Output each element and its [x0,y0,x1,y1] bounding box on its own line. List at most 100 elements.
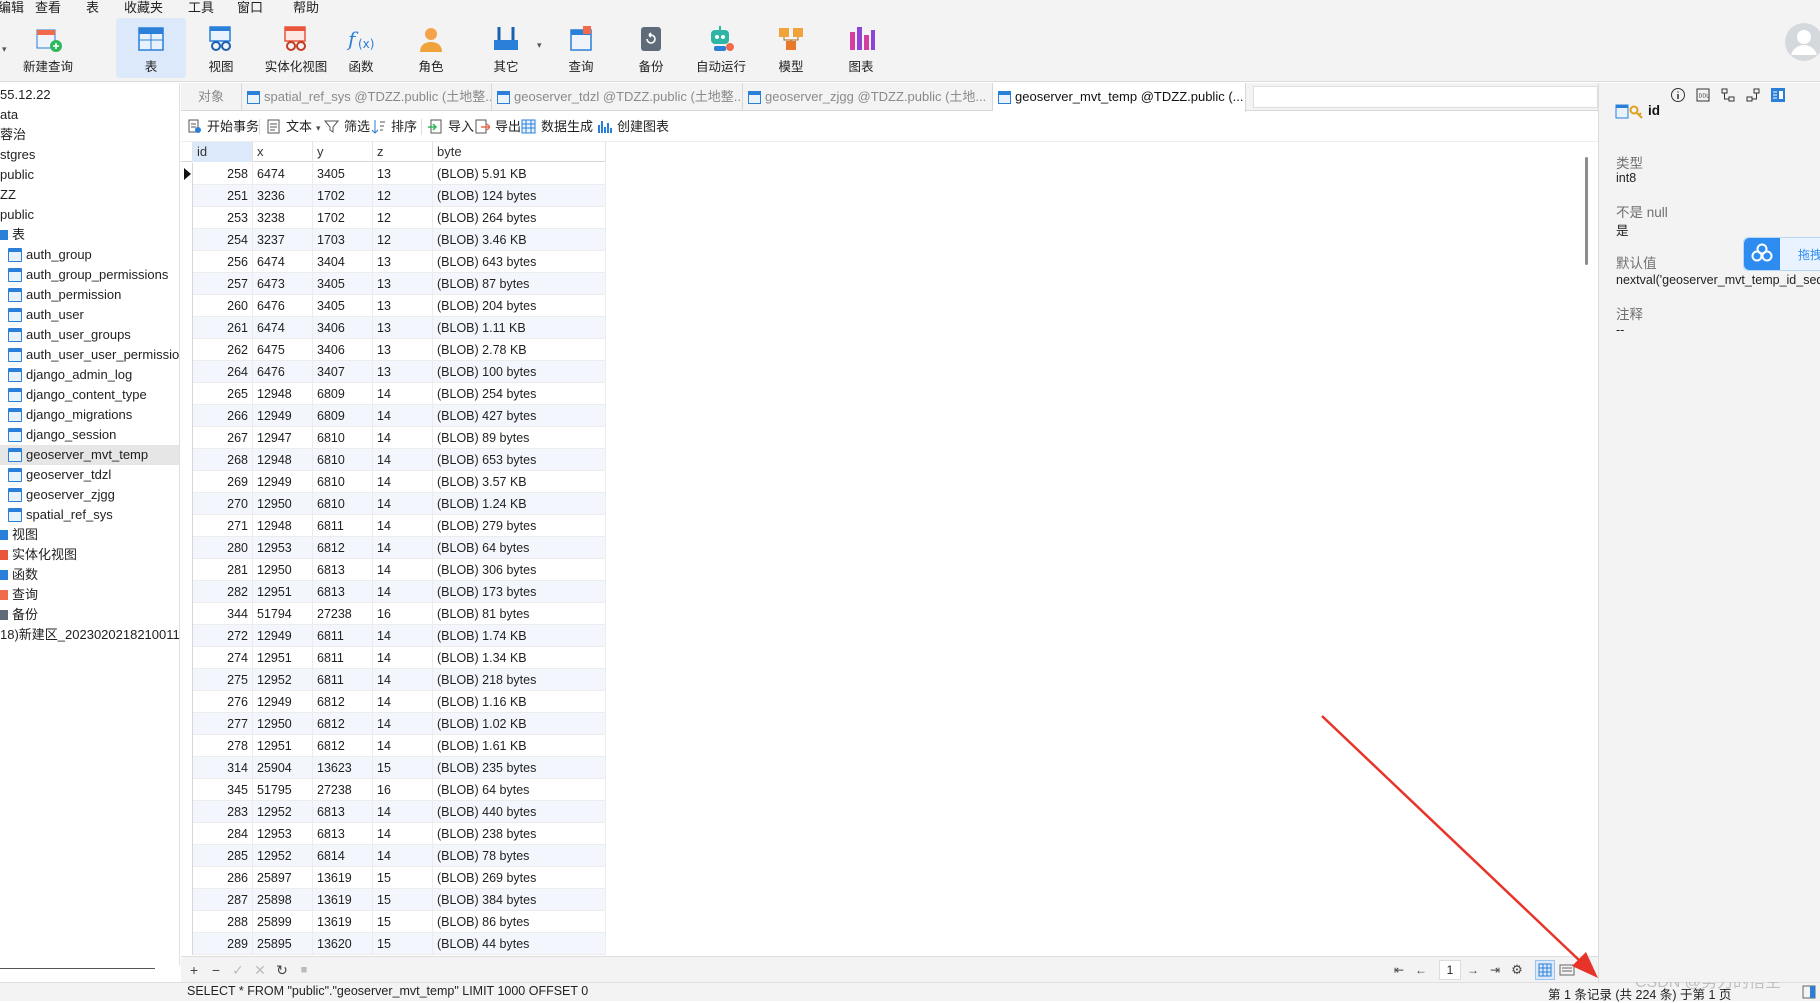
tree-item[interactable]: public [0,165,179,185]
cell-x[interactable]: 6474 [253,317,313,339]
dropdown-arrow-icon[interactable]: ▾ [2,44,7,55]
cell-x[interactable]: 12948 [253,449,313,471]
cell-z[interactable]: 15 [373,933,433,955]
begin-transaction-button[interactable]: 开始事务 [187,118,259,136]
tab-geoserver-tdzl[interactable]: geoserver_tdzl @TDZZ.public (土地整... [492,83,743,111]
cell-id[interactable]: 267 [193,427,253,449]
cell-id[interactable]: 271 [193,515,253,537]
filter-button[interactable]: 筛选 [324,118,370,136]
table-row[interactable]: 257 6473 3405 13 (BLOB) 87 bytes [181,273,606,295]
cell-y[interactable]: 6811 [313,625,373,647]
tree-item[interactable]: stgres [0,145,179,165]
table-row[interactable]: 345 51795 27238 16 (BLOB) 64 bytes [181,779,606,801]
tree-item[interactable]: 表 [0,225,179,245]
cell-z[interactable]: 13 [373,273,433,295]
cell-y[interactable]: 13619 [313,889,373,911]
tree-table-item[interactable]: auth_user_groups [0,325,179,345]
cell-id[interactable]: 270 [193,493,253,515]
cell-y[interactable]: 6811 [313,515,373,537]
cell-byte[interactable]: (BLOB) 384 bytes [433,889,606,911]
tree-table-item[interactable]: django_content_type [0,385,179,405]
cell-id[interactable]: 261 [193,317,253,339]
table-row[interactable]: 288 25899 13619 15 (BLOB) 86 bytes [181,911,606,933]
cell-x[interactable]: 12953 [253,537,313,559]
table-row[interactable]: 286 25897 13619 15 (BLOB) 269 bytes [181,867,606,889]
cell-id[interactable]: 268 [193,449,253,471]
cell-id[interactable]: 283 [193,801,253,823]
cell-y[interactable]: 3406 [313,317,373,339]
cell-byte[interactable]: (BLOB) 427 bytes [433,405,606,427]
cell-byte[interactable]: (BLOB) 235 bytes [433,757,606,779]
menu-view[interactable]: 查看 [35,0,61,14]
row-selector[interactable] [181,581,193,603]
automation-button[interactable]: 自动运行 [686,18,756,78]
table-row[interactable]: 275 12952 6811 14 (BLOB) 218 bytes [181,669,606,691]
row-selector[interactable] [181,823,193,845]
cell-z[interactable]: 13 [373,295,433,317]
cell-x[interactable]: 12951 [253,581,313,603]
cell-id[interactable]: 276 [193,691,253,713]
refresh-icon[interactable]: ↻ [273,961,291,979]
cell-x[interactable]: 12947 [253,427,313,449]
new-query-button[interactable]: 新建查询 [12,18,84,78]
sort-button[interactable]: 排序 [371,118,417,136]
table-row[interactable]: 270 12950 6810 14 (BLOB) 1.24 KB [181,493,606,515]
row-selector[interactable] [181,339,193,361]
cell-z[interactable]: 14 [373,669,433,691]
cell-z[interactable]: 14 [373,691,433,713]
cell-id[interactable]: 262 [193,339,253,361]
menu-edit[interactable]: 编辑 [0,0,24,14]
tree-item[interactable]: 55.12.22 [0,85,179,105]
cell-y[interactable]: 6814 [313,845,373,867]
cell-id[interactable]: 258 [193,163,253,185]
cell-id[interactable]: 278 [193,735,253,757]
cell-x[interactable]: 6473 [253,273,313,295]
table-row[interactable]: 268 12948 6810 14 (BLOB) 653 bytes [181,449,606,471]
tab-geoserver-zjgg[interactable]: geoserver_zjgg @TDZZ.public (土地... [743,83,993,111]
cell-y[interactable]: 13623 [313,757,373,779]
tree-table-item[interactable]: auth_group_permissions [0,265,179,285]
table-row[interactable]: 258 6474 3405 13 (BLOB) 5.91 KB [181,163,606,185]
row-selector[interactable] [181,361,193,383]
cell-y[interactable]: 6811 [313,647,373,669]
cell-id[interactable]: 269 [193,471,253,493]
cell-z[interactable]: 14 [373,427,433,449]
table-row[interactable]: 274 12951 6811 14 (BLOB) 1.34 KB [181,647,606,669]
table-row[interactable]: 289 25895 13620 15 (BLOB) 44 bytes [181,933,606,955]
row-selector[interactable] [181,669,193,691]
cell-id[interactable]: 314 [193,757,253,779]
cell-y[interactable]: 3404 [313,251,373,273]
row-selector[interactable] [181,317,193,339]
cell-z[interactable]: 14 [373,735,433,757]
cell-x[interactable]: 25899 [253,911,313,933]
add-record-icon[interactable]: + [185,961,203,979]
table-row[interactable]: 272 12949 6811 14 (BLOB) 1.74 KB [181,625,606,647]
cell-byte[interactable]: (BLOB) 5.91 KB [433,163,606,185]
cell-byte[interactable]: (BLOB) 440 bytes [433,801,606,823]
cell-y[interactable]: 6810 [313,449,373,471]
cell-z[interactable]: 14 [373,823,433,845]
cell-id[interactable]: 286 [193,867,253,889]
cell-x[interactable]: 12952 [253,669,313,691]
cell-y[interactable]: 6813 [313,581,373,603]
cell-id[interactable]: 289 [193,933,253,955]
column-header-z[interactable]: z [373,142,433,162]
tree-table-item[interactable]: django_admin_log [0,365,179,385]
cell-x[interactable]: 25898 [253,889,313,911]
cell-byte[interactable]: (BLOB) 264 bytes [433,207,606,229]
cell-z[interactable]: 12 [373,207,433,229]
cell-y[interactable]: 3405 [313,163,373,185]
table-row[interactable]: 283 12952 6813 14 (BLOB) 440 bytes [181,801,606,823]
cell-z[interactable]: 14 [373,647,433,669]
cell-x[interactable]: 6474 [253,163,313,185]
stop-icon[interactable]: ■ [295,961,313,979]
cell-y[interactable]: 6812 [313,691,373,713]
cell-y[interactable]: 3406 [313,339,373,361]
tab-spatial-ref-sys[interactable]: spatial_ref_sys @TDZZ.public (土地整... [242,83,492,111]
cell-byte[interactable]: (BLOB) 254 bytes [433,383,606,405]
cell-byte[interactable]: (BLOB) 87 bytes [433,273,606,295]
relations-icon[interactable] [1720,87,1736,103]
tree-table-item[interactable]: django_migrations [0,405,179,425]
cell-z[interactable]: 14 [373,471,433,493]
row-selector[interactable] [181,383,193,405]
